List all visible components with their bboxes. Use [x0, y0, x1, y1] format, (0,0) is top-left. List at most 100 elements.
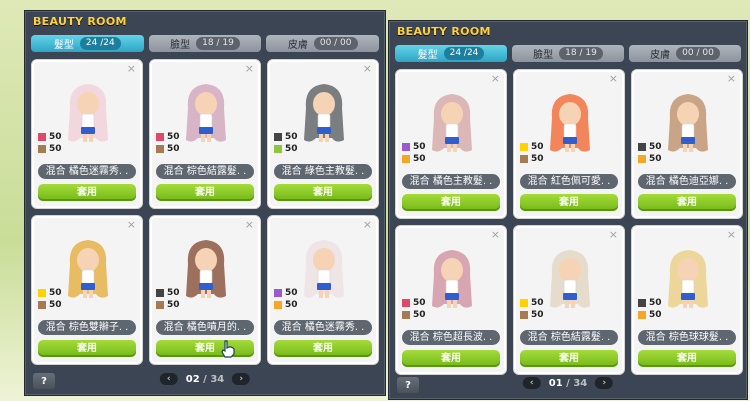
apply-button[interactable]: 套用: [38, 340, 136, 357]
color-ratio-1: 50: [274, 132, 298, 142]
color-swatch: [402, 143, 410, 151]
category-tabs: 髮型 24 /24 臉型 18 / 19 皮膚 00 / 00: [31, 35, 380, 53]
apply-button[interactable]: 套用: [520, 194, 618, 211]
color-swatch: [402, 311, 410, 319]
hair-style-card[interactable]: × 50 50 混合 橘色主教髮. . 套用: [395, 69, 507, 219]
total-pages: 34: [573, 377, 588, 389]
style-name: 混合 棕色結露髮. .: [520, 330, 618, 345]
style-grid: × 50 50 混合 橘色主教髮. . 套用 × 50 50 混合 紅色佩可愛. . 套用 × 50 5…: [395, 69, 743, 375]
tab-label: 皮膚: [650, 50, 671, 61]
apply-button[interactable]: 套用: [274, 184, 372, 201]
style-name: 混合 橘色主教髮. .: [402, 174, 500, 189]
hair-style-card[interactable]: × 50 50 混合 橘色迷霧秀. . 套用: [31, 59, 143, 209]
hair-style-card[interactable]: × 50 50 混合 棕色雙辮子. . 套用: [31, 215, 143, 365]
character-preview: [668, 250, 708, 308]
tab-label: 臉型: [170, 40, 191, 51]
apply-button[interactable]: 套用: [402, 194, 500, 211]
apply-button[interactable]: 套用: [274, 340, 372, 357]
category-tabs: 髮型 24 /24 臉型 18 / 19 皮膚 00 / 00: [395, 45, 741, 63]
character-preview: [186, 84, 226, 142]
close-icon[interactable]: ×: [491, 73, 500, 85]
close-icon[interactable]: ×: [363, 63, 372, 75]
prev-page-button[interactable]: ‹: [522, 377, 541, 389]
apply-button[interactable]: 套用: [156, 340, 254, 357]
panel-title: BEAUTY ROOM: [33, 15, 127, 28]
apply-button[interactable]: 套用: [156, 184, 254, 201]
hand-cursor-icon: [221, 340, 235, 358]
color-ratio-2: 50: [274, 144, 298, 154]
apply-button[interactable]: 套用: [402, 350, 500, 367]
close-icon[interactable]: ×: [245, 63, 254, 75]
close-icon[interactable]: ×: [245, 219, 254, 231]
color-swatch: [274, 289, 282, 297]
color-ratio-1: 50: [156, 288, 180, 298]
hair-style-card[interactable]: × 50 50 混合 棕色結露髮. . 套用: [149, 59, 261, 209]
close-icon[interactable]: ×: [609, 73, 618, 85]
color-swatch: [38, 289, 46, 297]
tab-face[interactable]: 臉型 18 / 19: [148, 35, 262, 52]
hair-style-card[interactable]: × 50 50 混合 棕色超長波. . 套用: [395, 225, 507, 375]
color-ratio-2: 50: [402, 154, 426, 164]
tab-face[interactable]: 臉型 18 / 19: [512, 45, 624, 62]
color-swatch: [156, 301, 164, 309]
color-swatch: [156, 145, 164, 153]
tab-hair[interactable]: 髮型 24 /24: [395, 45, 507, 62]
style-name: 混合 棕色雙辮子. .: [38, 320, 136, 335]
close-icon[interactable]: ×: [609, 229, 618, 241]
close-icon[interactable]: ×: [363, 219, 372, 231]
apply-button[interactable]: 套用: [638, 194, 736, 211]
color-swatch: [274, 133, 282, 141]
beauty-room-panel-left: BEAUTY ROOM 髮型 24 /24 臉型 18 / 19 皮膚 00 /…: [24, 10, 386, 396]
hair-style-card[interactable]: × 50 50 混合 棕色球球髮. . 套用: [631, 225, 743, 375]
character-preview: [432, 94, 472, 152]
style-name: 混合 棕色球球髮. .: [638, 330, 736, 345]
tab-hair[interactable]: 髮型 24 /24: [31, 35, 144, 52]
tab-count: 24 /24: [443, 47, 485, 60]
close-icon[interactable]: ×: [727, 229, 736, 241]
close-icon[interactable]: ×: [491, 229, 500, 241]
next-page-button[interactable]: ›: [595, 377, 614, 389]
color-swatch: [402, 155, 410, 163]
help-button[interactable]: ?: [33, 373, 55, 389]
color-swatch: [520, 311, 528, 319]
style-grid: × 50 50 混合 橘色迷霧秀. . 套用 × 50 50 混合 棕色結露髮. . 套用 × 50 5…: [31, 59, 379, 365]
character-preview: [68, 240, 108, 298]
hair-style-card[interactable]: × 50 50 混合 橘色迷霧秀. . 套用: [267, 215, 379, 365]
pager: ‹ 02 / 34 ›: [159, 373, 251, 385]
color-swatch: [402, 299, 410, 307]
apply-button[interactable]: 套用: [38, 184, 136, 201]
tab-label: 臉型: [533, 50, 554, 61]
color-ratio-1: 50: [156, 132, 180, 142]
color-swatch: [274, 301, 282, 309]
hair-style-card[interactable]: × 50 50 混合 棕色結露髮. . 套用: [513, 225, 625, 375]
color-swatch: [638, 311, 646, 319]
close-icon[interactable]: ×: [727, 73, 736, 85]
color-swatch: [638, 299, 646, 307]
hair-style-card[interactable]: × 50 50 混合 橘色迪亞娜. . 套用: [631, 69, 743, 219]
prev-page-button[interactable]: ‹: [159, 373, 178, 385]
hair-style-card[interactable]: × 50 50 混合 橘色噴月的. . 套用: [149, 215, 261, 365]
tab-label: 皮膚: [287, 40, 308, 51]
close-icon[interactable]: ×: [127, 219, 136, 231]
tab-skin[interactable]: 皮膚 00 / 00: [629, 45, 741, 62]
hair-style-card[interactable]: × 50 50 混合 綠色主教髮. . 套用: [267, 59, 379, 209]
color-swatch: [274, 145, 282, 153]
character-preview: [550, 94, 590, 152]
tab-label: 髮型: [53, 40, 74, 51]
color-ratio-2: 50: [402, 310, 426, 320]
color-ratio-2: 50: [520, 310, 544, 320]
style-name: 混合 紅色佩可愛. .: [520, 174, 618, 189]
tab-skin[interactable]: 皮膚 00 / 00: [266, 35, 380, 52]
next-page-button[interactable]: ›: [232, 373, 251, 385]
panel-footer: ? ‹ 01 / 34 ›: [389, 377, 747, 395]
color-swatch: [38, 133, 46, 141]
character-preview: [668, 94, 708, 152]
color-swatch: [520, 155, 528, 163]
apply-button[interactable]: 套用: [520, 350, 618, 367]
hair-style-card[interactable]: × 50 50 混合 紅色佩可愛. . 套用: [513, 69, 625, 219]
close-icon[interactable]: ×: [127, 63, 136, 75]
color-ratio-2: 50: [520, 154, 544, 164]
color-ratio-1: 50: [402, 298, 426, 308]
apply-button[interactable]: 套用: [638, 350, 736, 367]
help-button[interactable]: ?: [397, 377, 419, 393]
